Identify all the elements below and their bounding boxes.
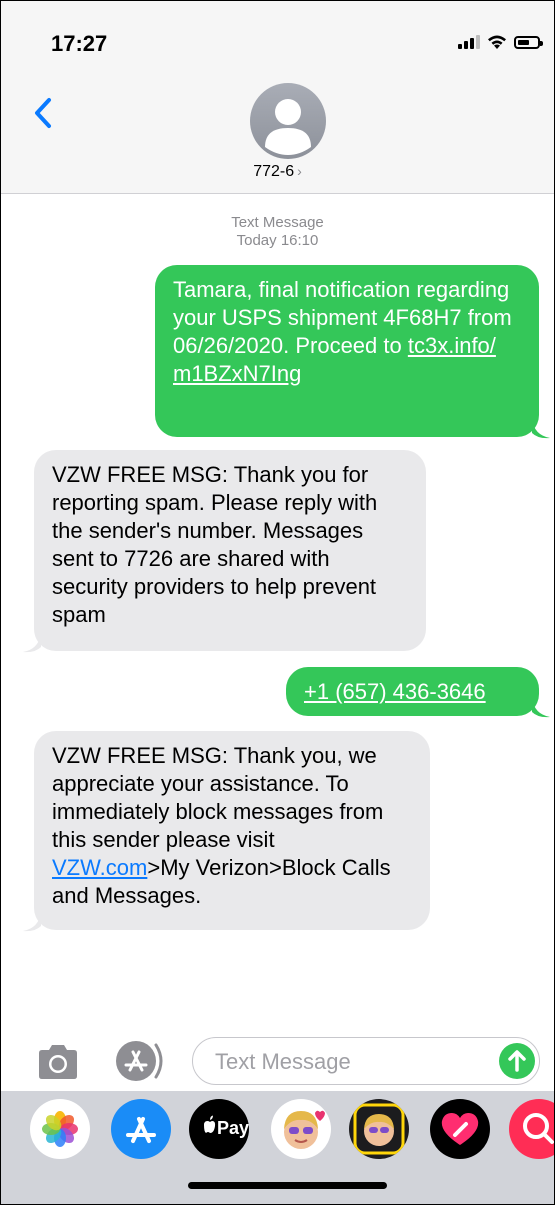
- conversation-header: 772-6 ›: [1, 81, 554, 194]
- outgoing-message[interactable]: +1 (657) 436-3646: [286, 667, 539, 716]
- contact-avatar[interactable]: [250, 83, 326, 159]
- app-store-icon[interactable]: [111, 1099, 171, 1159]
- message-text: VZW FREE MSG: Thank you for reporting sp…: [52, 462, 378, 627]
- battery-icon: [514, 35, 543, 49]
- thread-timestamp: Text Message Today 16:10: [1, 214, 554, 250]
- app-store-icon[interactable]: [114, 1039, 170, 1083]
- incoming-message[interactable]: VZW FREE MSG: Thank you for reporting sp…: [34, 450, 426, 651]
- incoming-message[interactable]: VZW FREE MSG: Thank you, we appreciate y…: [34, 731, 430, 930]
- cellular-signal-icon: [458, 35, 480, 49]
- message-text: VZW FREE MSG: Thank you, we appreciate y…: [52, 743, 384, 852]
- phone-number-link[interactable]: +1 (657) 436-3646: [304, 679, 486, 704]
- contact-name-button[interactable]: 772-6 ›: [1, 163, 554, 181]
- message-service-label: Text Message: [231, 214, 324, 231]
- messages-screen: 17:27 772-6 › Text Message Today 16:10 T…: [0, 0, 555, 1205]
- send-button[interactable]: [499, 1043, 535, 1079]
- images-search-icon[interactable]: [509, 1099, 554, 1159]
- status-time: 17:27: [51, 31, 108, 56]
- outgoing-message[interactable]: Tamara, final notification regarding you…: [155, 265, 539, 437]
- apple-pay-label: Pay: [217, 1118, 249, 1138]
- app-drawer: Pay: [1, 1091, 554, 1204]
- wifi-icon: [488, 35, 506, 49]
- home-indicator[interactable]: [188, 1182, 387, 1189]
- status-bar: 17:27: [1, 1, 554, 81]
- compose-bar: [1, 1033, 554, 1093]
- message-input[interactable]: [213, 1047, 487, 1077]
- apple-pay-icon[interactable]: Pay: [189, 1099, 249, 1159]
- message-input-field[interactable]: [192, 1037, 540, 1085]
- contact-name: 772-6: [253, 163, 295, 180]
- arrow-up-icon: [508, 1050, 526, 1072]
- message-date-label: Today 16:10: [236, 232, 319, 249]
- photos-icon[interactable]: [30, 1099, 90, 1159]
- camera-icon[interactable]: [35, 1043, 81, 1081]
- back-chevron-icon[interactable]: [29, 93, 59, 133]
- system-icons: [458, 34, 543, 50]
- message-link[interactable]: VZW.com: [52, 855, 147, 880]
- memoji-sticker-icon[interactable]: [349, 1099, 409, 1159]
- chevron-right-icon: ›: [297, 163, 302, 179]
- person-placeholder-icon: [265, 99, 311, 155]
- memoji-icon[interactable]: [271, 1099, 331, 1159]
- digital-touch-icon[interactable]: [430, 1099, 490, 1159]
